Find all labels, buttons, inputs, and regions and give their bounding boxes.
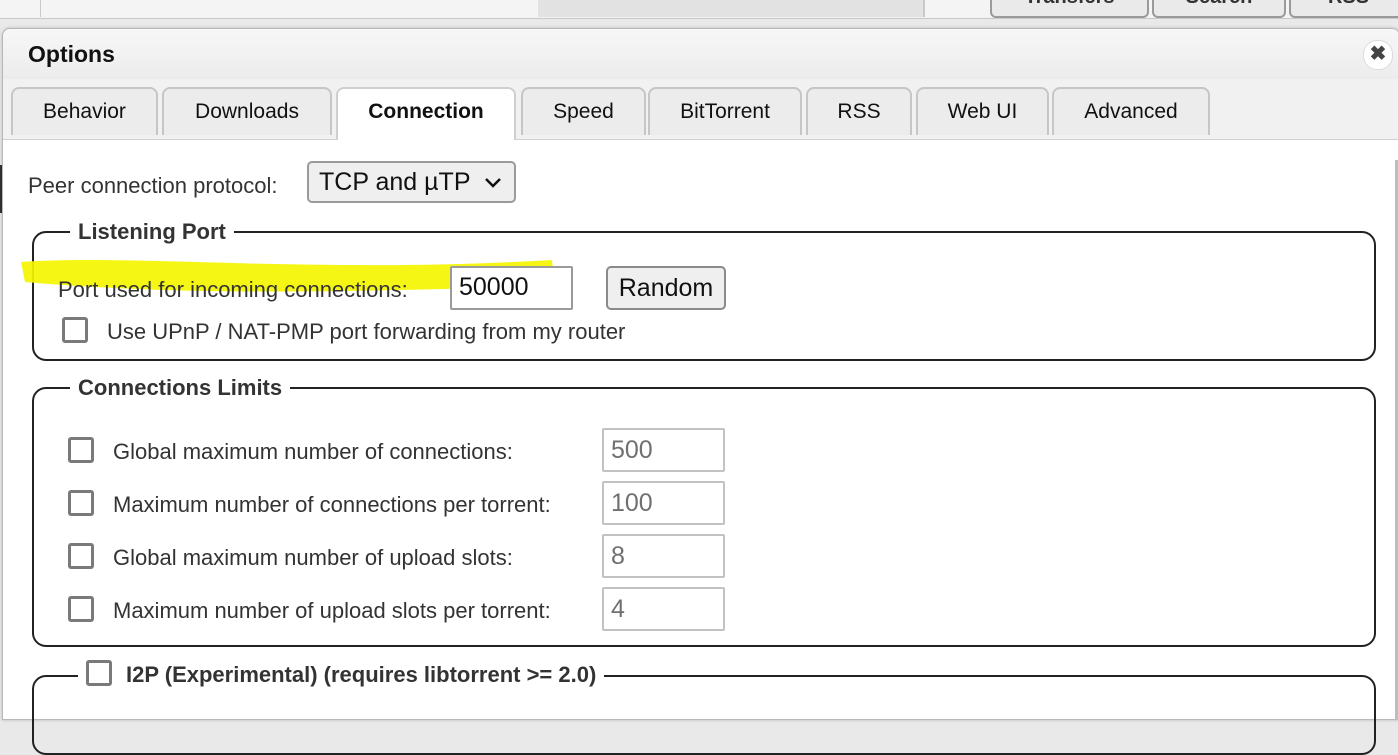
background-segment <box>40 0 539 17</box>
random-port-button[interactable]: Random <box>606 266 726 310</box>
max-connections-per-torrent-input[interactable]: 100 <box>602 481 725 525</box>
protocol-select-value: TCP and µTP <box>319 168 471 196</box>
connection-panel: Peer connection protocol: TCP and µTP Li… <box>3 140 1398 755</box>
background-tab-search[interactable]: Search <box>1152 0 1286 18</box>
tab-connection[interactable]: Connection <box>336 87 516 140</box>
listening-port-legend: Listening Port <box>70 219 234 245</box>
background-segment <box>923 0 925 17</box>
global-max-connections-input[interactable]: 500 <box>602 428 725 472</box>
tab-webui[interactable]: Web UI <box>916 87 1049 135</box>
global-max-connections-label: Global maximum number of connections: <box>113 439 513 464</box>
dialog-title: Options <box>28 41 115 67</box>
global-max-upload-slots-checkbox[interactable] <box>68 543 94 569</box>
protocol-select[interactable]: TCP and µTP <box>307 161 516 203</box>
background-tab-rss[interactable]: RSS <box>1289 0 1398 18</box>
port-label: Port used for incoming connections: <box>58 277 408 302</box>
i2p-legend: I2P (Experimental) (requires libtorrent … <box>78 660 605 688</box>
options-tabbar: Behavior Downloads Connection Speed BitT… <box>3 79 1398 140</box>
protocol-label: Peer connection protocol: <box>28 173 278 198</box>
background-segment <box>0 0 41 17</box>
tab-behavior[interactable]: Behavior <box>11 87 158 135</box>
i2p-checkbox[interactable] <box>86 660 112 686</box>
global-max-upload-slots-input[interactable]: 8 <box>602 534 725 578</box>
close-icon[interactable]: ✖ <box>1363 40 1393 70</box>
options-dialog: Options ✖ Behavior Downloads Connection … <box>2 28 1398 755</box>
max-upload-slots-per-torrent-checkbox[interactable] <box>68 596 94 622</box>
global-max-connections-checkbox[interactable] <box>68 437 94 463</box>
tab-downloads[interactable]: Downloads <box>162 87 332 135</box>
upnp-label: Use UPnP / NAT-PMP port forwarding from … <box>107 319 626 344</box>
port-input[interactable]: 50000 <box>450 266 573 310</box>
i2p-legend-label: I2P (Experimental) (requires libtorrent … <box>126 662 597 687</box>
background-tab-transfers[interactable]: Transfers <box>990 0 1149 18</box>
background-toolbar: Transfers Search RSS <box>0 0 1398 19</box>
tab-rss[interactable]: RSS <box>806 87 912 135</box>
max-upload-slots-per-torrent-input[interactable]: 4 <box>602 587 725 631</box>
upnp-checkbox[interactable] <box>62 317 88 343</box>
global-max-upload-slots-label: Global maximum number of upload slots: <box>113 545 513 570</box>
chevron-down-icon <box>484 164 502 202</box>
max-connections-per-torrent-label: Maximum number of connections per torren… <box>113 492 551 517</box>
max-connections-per-torrent-checkbox[interactable] <box>68 490 94 516</box>
tab-speed[interactable]: Speed <box>521 87 646 135</box>
connections-limits-legend: Connections Limits <box>70 375 291 401</box>
tab-bittorrent[interactable]: BitTorrent <box>648 87 802 135</box>
max-upload-slots-per-torrent-label: Maximum number of upload slots per torre… <box>113 598 551 623</box>
background-search-field <box>538 0 924 17</box>
dialog-titlebar[interactable]: Options ✖ <box>3 29 1398 80</box>
tab-advanced[interactable]: Advanced <box>1052 87 1210 135</box>
